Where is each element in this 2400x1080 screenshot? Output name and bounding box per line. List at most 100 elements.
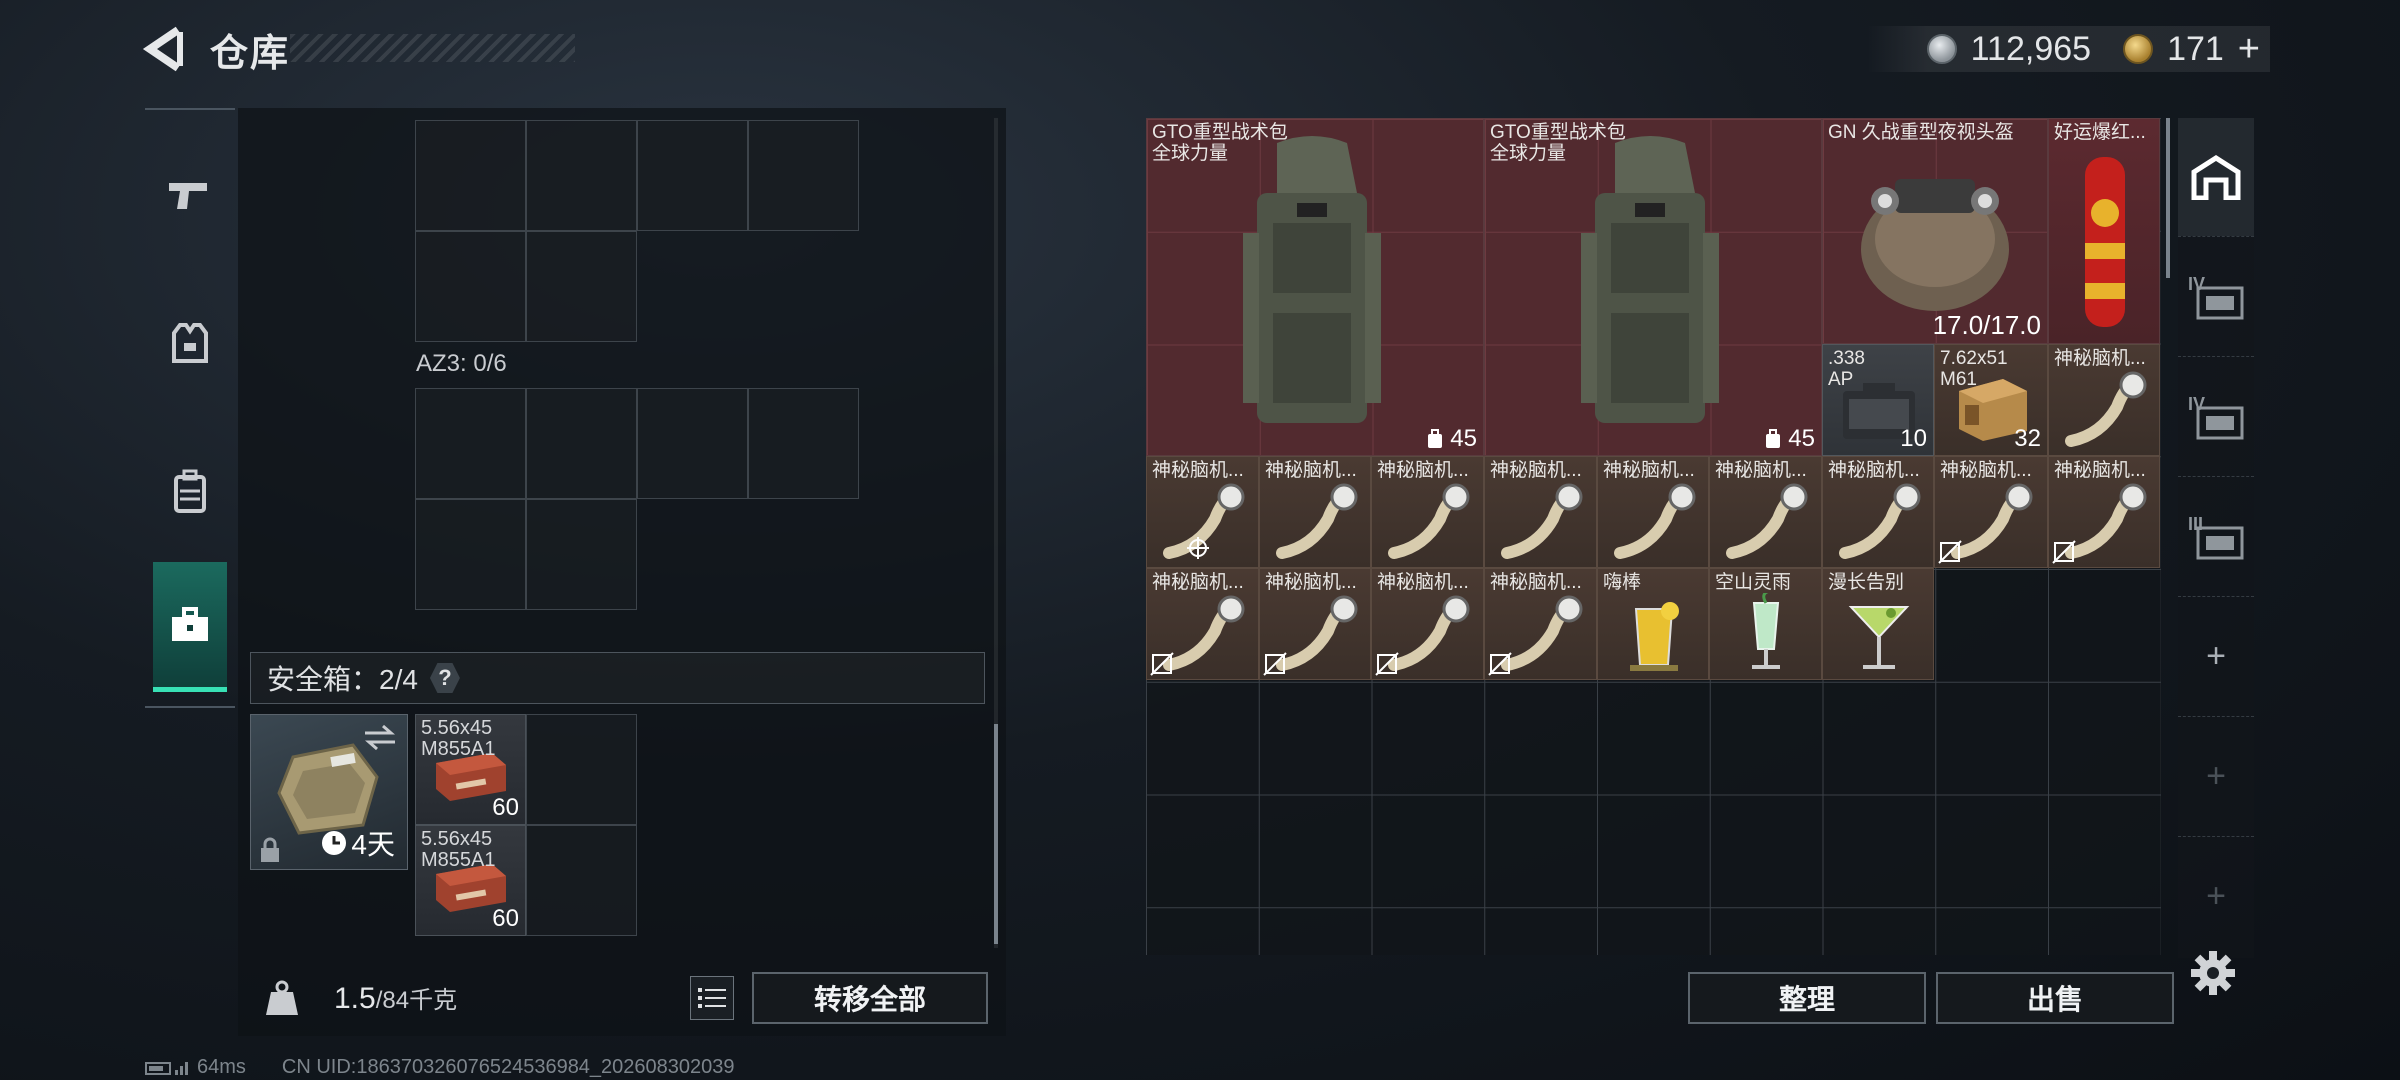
stash-item-brain-chip[interactable]: 神秘脑机... — [1259, 456, 1371, 568]
safebox-header: 安全箱：2/4 ? — [250, 652, 985, 704]
add-storage-button[interactable]: + — [2178, 596, 2254, 716]
settings-button[interactable] — [2190, 950, 2240, 1000]
stash-item-ammo[interactable]: 7.62x51 M61 32 — [1934, 344, 2048, 456]
safebox-slot[interactable] — [526, 714, 637, 825]
item-name: 神秘脑机... — [2054, 460, 2146, 481]
stash-item-brain-chip[interactable]: 神秘脑机... — [1709, 456, 1822, 568]
az3-slot[interactable] — [415, 388, 526, 499]
item-name: GTO重型战术包 — [1152, 122, 1288, 143]
item-brand: 全球力量 — [1490, 143, 1567, 164]
weight-indicator — [252, 960, 312, 1036]
add-currency-button[interactable]: + — [2238, 28, 2260, 71]
stash-item-drink[interactable]: 嗨棒 — [1597, 568, 1709, 680]
back-button[interactable] — [140, 24, 190, 74]
stash-item-brain-chip[interactable]: 神秘脑机... — [1146, 456, 1259, 568]
stash-item-brain-chip[interactable]: 神秘脑机... — [1822, 456, 1934, 568]
stash-item-brain-chip[interactable]: 神秘脑机... — [1597, 456, 1709, 568]
list-view-button[interactable] — [690, 976, 734, 1020]
list-icon — [698, 988, 726, 1008]
az3-slot[interactable] — [637, 388, 748, 499]
safebox-ammo-item[interactable]: 5.56x45 M855A1 60 — [415, 714, 526, 825]
stash-item-ammo[interactable]: .338 AP 10 — [1822, 344, 1934, 456]
item-count: 10 — [1900, 425, 1927, 452]
stash-item-helmet[interactable]: GN 久战重型夜视头盔 17.0/17.0 — [1822, 118, 2048, 344]
stash-item-brain-chip[interactable]: 神秘脑机... — [1371, 568, 1484, 680]
storage-tier-icon — [2196, 526, 2244, 559]
item-name: 神秘脑机... — [1490, 572, 1582, 593]
container-slot[interactable] — [526, 120, 637, 231]
category-helmet[interactable] — [145, 278, 235, 408]
safebox-slot[interactable] — [526, 825, 637, 936]
no-trade-icon — [1263, 652, 1287, 676]
lock-icon — [261, 837, 279, 862]
martini-glass-image — [1848, 606, 1910, 669]
stash-item-brain-chip[interactable]: 神秘脑机... — [2048, 344, 2160, 456]
capacity-readout: 45 — [1764, 425, 1815, 453]
backpack-image — [1581, 136, 1719, 423]
storage-tier-icon — [2196, 286, 2244, 319]
stash-item-backpack[interactable]: GTO重型战术包 全球力量 45 — [1146, 118, 1484, 456]
category-safebox[interactable] — [153, 562, 227, 692]
transfer-all-button[interactable]: 转移全部 — [752, 972, 988, 1024]
az3-capacity-label: AZ3: 0/6 — [416, 350, 507, 377]
storage-tier-icon — [2196, 406, 2244, 439]
item-caliber: 7.62x51 — [1940, 348, 2008, 369]
kg-weight-icon — [266, 980, 298, 1015]
filter-tier-iv-b[interactable]: IV — [2178, 356, 2254, 476]
container-slot[interactable] — [526, 231, 637, 342]
stash-item-backpack[interactable]: GTO重型战术包 全球力量 45 — [1484, 118, 1822, 456]
az3-slot[interactable] — [748, 388, 859, 499]
stash-item-drink[interactable]: 空山灵雨 — [1709, 568, 1822, 680]
container-slot[interactable] — [748, 120, 859, 231]
no-trade-icon — [1488, 652, 1512, 676]
sort-button[interactable]: 整理 — [1688, 972, 1926, 1024]
sell-button[interactable]: 出售 — [1936, 972, 2174, 1024]
stash-item-brain-chip[interactable]: 神秘脑机... — [1259, 568, 1371, 680]
stash-item-brain-chip[interactable]: 神秘脑机... — [1484, 456, 1597, 568]
stash-item-brain-chip[interactable]: 神秘脑机... — [2048, 456, 2160, 568]
cocktail-glass-image — [1752, 593, 1780, 669]
stash-item-drink[interactable]: 漫长告别 — [1822, 568, 1934, 680]
stash-scrollbar[interactable] — [2166, 118, 2170, 278]
stash-item-brain-chip[interactable]: 神秘脑机... — [1371, 456, 1484, 568]
filter-tier-iv-a[interactable]: IV — [2178, 236, 2254, 356]
item-type: AP — [1828, 369, 1854, 390]
help-icon[interactable]: ? — [429, 663, 460, 693]
swap-icon[interactable] — [363, 723, 397, 751]
stash-item-brain-chip[interactable]: 神秘脑机... — [1934, 456, 2048, 568]
add-storage-button-disabled[interactable]: + — [2178, 716, 2254, 836]
scrollbar-thumb[interactable] — [994, 724, 998, 944]
az3-slot[interactable] — [526, 499, 637, 610]
item-name: 好运爆红... — [2054, 122, 2146, 143]
item-caliber: .338 — [1828, 348, 1865, 369]
ammo-count: 60 — [492, 794, 519, 821]
item-name: 神秘脑机... — [1265, 572, 1357, 593]
gear-icon — [2191, 951, 2235, 995]
weight-current: 1.5 — [334, 982, 376, 1015]
ping-readout: 64ms — [197, 1056, 246, 1078]
container-slot[interactable] — [637, 120, 748, 231]
add-storage-button-disabled[interactable]: + — [2178, 836, 2254, 956]
stash-item-firecracker[interactable]: 好运爆红... — [2048, 118, 2160, 344]
left-scrollbar[interactable] — [994, 118, 998, 948]
container-slot[interactable] — [415, 231, 526, 342]
filter-tier-iii[interactable]: III — [2178, 476, 2254, 596]
category-backpack[interactable] — [145, 426, 235, 556]
container-slot[interactable] — [415, 120, 526, 231]
az3-slot[interactable] — [526, 388, 637, 499]
item-name: 嗨棒 — [1603, 572, 1642, 593]
stash-grid: GTO重型战术包 全球力量 45 GTO重型战术包 全球力量 45 GN 久战重… — [1146, 118, 2161, 955]
item-name: 空山灵雨 — [1715, 572, 1792, 593]
item-name: 神秘脑机... — [1265, 460, 1357, 481]
safebox-item[interactable]: 4天 — [250, 714, 408, 870]
stash-item-brain-chip[interactable]: 神秘脑机... — [1146, 568, 1259, 680]
item-name: 神秘脑机... — [1828, 460, 1920, 481]
safebox-ammo-item[interactable]: 5.56x45 M855A1 60 — [415, 825, 526, 936]
az3-slot[interactable] — [415, 499, 526, 610]
filter-all[interactable] — [2178, 118, 2254, 236]
stash-item-brain-chip[interactable]: 神秘脑机... — [1484, 568, 1597, 680]
item-name: 神秘脑机... — [1377, 572, 1469, 593]
category-weapons[interactable] — [145, 130, 235, 260]
tier-badge: IV — [2188, 394, 2244, 440]
battery-signal-icon — [145, 1061, 188, 1075]
